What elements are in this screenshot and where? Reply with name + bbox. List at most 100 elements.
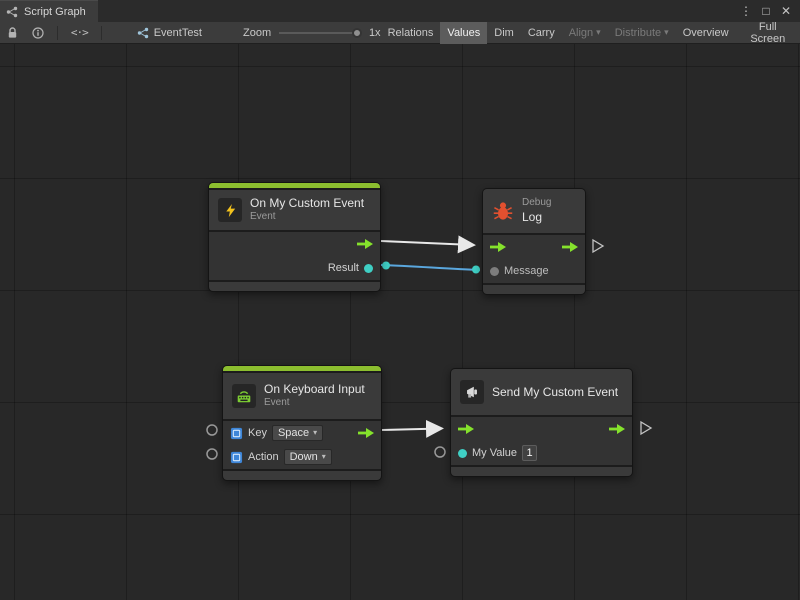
wire-endpoint-dot: [382, 262, 390, 270]
zoom-slider-handle[interactable]: [352, 28, 362, 38]
inspect-button[interactable]: <·>: [64, 22, 95, 44]
send-continuation-port[interactable]: [641, 422, 651, 434]
control-input-port[interactable]: [490, 242, 506, 252]
result-output-port[interactable]: [364, 264, 373, 273]
caret-down-icon: ▾: [664, 28, 669, 37]
graph-canvas[interactable]: On My Custom Event Event Result: [0, 44, 800, 600]
node-subtitle: Event: [250, 211, 364, 224]
control-output-port[interactable]: [562, 242, 578, 252]
node-header[interactable]: Send My Custom Event: [451, 369, 632, 415]
node-body: Result: [209, 232, 380, 280]
action-icon: [230, 451, 243, 464]
my-value-input[interactable]: [522, 445, 537, 461]
node-surtitle: Debug: [522, 197, 551, 210]
lock-icon: [7, 27, 18, 39]
send-event-icon: [460, 380, 484, 404]
my-value-label: My Value: [472, 447, 517, 459]
key-value: Space: [278, 427, 309, 439]
node-footer: [483, 285, 585, 294]
toolbar-divider: [101, 26, 102, 40]
action-label: Action: [248, 451, 279, 463]
wire-endpoint-dot: [472, 266, 480, 274]
value-wire-result-to-message[interactable]: [381, 265, 480, 270]
action-dropdown[interactable]: Down ▾: [284, 449, 332, 465]
graph-icon: [137, 27, 149, 39]
info-icon: [32, 27, 44, 39]
wires-layer: [0, 44, 800, 600]
my-value-port[interactable]: [458, 449, 467, 458]
overview-button[interactable]: Overview: [676, 22, 736, 44]
event-accent-bar: [223, 366, 381, 371]
result-label: Result: [328, 262, 359, 274]
keycode-icon: [230, 427, 243, 440]
control-output-port[interactable]: [357, 239, 373, 249]
message-input-port[interactable]: [490, 267, 499, 276]
node-on-my-custom-event[interactable]: On My Custom Event Event Result: [208, 182, 381, 292]
node-header[interactable]: On Keyboard Input Event: [223, 373, 381, 419]
control-output-port[interactable]: [358, 428, 374, 438]
node-body: My Value: [451, 417, 632, 465]
port-row: Message: [483, 259, 585, 283]
bug-icon: [492, 200, 514, 222]
node-header[interactable]: On My Custom Event Event: [209, 190, 380, 230]
zoom-value: 1x: [369, 27, 381, 39]
my-value-input-port[interactable]: [435, 447, 445, 457]
node-subtitle: Event: [264, 397, 365, 410]
message-label: Message: [504, 265, 549, 277]
node-title: Log: [522, 210, 551, 225]
graph-name: EventTest: [154, 27, 202, 39]
event-accent-bar: [209, 183, 380, 188]
node-debug-log[interactable]: Debug Log Message: [482, 188, 586, 295]
caret-down-icon: ▾: [313, 429, 317, 437]
window-close-button[interactable]: ✕: [778, 4, 794, 18]
relations-button[interactable]: Relations: [381, 22, 441, 44]
titlebar: Script Graph ⋮ □ ✕: [0, 0, 800, 22]
control-input-port[interactable]: [458, 424, 474, 434]
toolbar: <·> EventTest Zoom 1x Relations Values D…: [0, 22, 800, 44]
node-title: Send My Custom Event: [492, 385, 618, 400]
node-footer: [451, 467, 632, 476]
control-wire-event-to-log[interactable]: [381, 241, 473, 245]
control-wire-keyboard-to-send[interactable]: [382, 429, 441, 431]
zoom-slider[interactable]: [279, 32, 359, 34]
node-title: On My Custom Event: [250, 196, 364, 211]
port-row: Key Space ▾: [223, 421, 381, 445]
lightning-icon: [218, 198, 242, 222]
node-on-keyboard-input[interactable]: On Keyboard Input Event Key Space ▾: [222, 365, 382, 481]
node-footer: [209, 282, 380, 291]
window-menu-button[interactable]: ⋮: [738, 4, 754, 18]
script-graph-window: Script Graph ⋮ □ ✕ <·>: [0, 0, 800, 600]
node-header[interactable]: Debug Log: [483, 189, 585, 233]
keyboard-icon: [232, 384, 256, 408]
dim-button[interactable]: Dim: [487, 22, 521, 44]
fullscreen-button[interactable]: Full Screen: [736, 22, 800, 44]
info-button[interactable]: [25, 22, 51, 44]
caret-down-icon: ▾: [596, 28, 601, 37]
zoom-label: Zoom: [243, 27, 271, 39]
node-send-my-custom-event[interactable]: Send My Custom Event My Value: [450, 368, 633, 477]
node-footer: [223, 471, 381, 480]
port-row: [451, 417, 632, 441]
toolbar-divider: [57, 26, 58, 40]
align-label: Align: [569, 27, 593, 39]
action-input-port[interactable]: [207, 449, 217, 459]
control-output-port[interactable]: [609, 424, 625, 434]
tab-script-graph[interactable]: Script Graph: [0, 0, 98, 22]
port-row: [209, 232, 380, 256]
caret-down-icon: ▾: [322, 453, 326, 461]
port-row: Action Down ▾: [223, 445, 381, 469]
window-maximize-button[interactable]: □: [758, 4, 774, 18]
values-button[interactable]: Values: [440, 22, 487, 44]
log-continuation-port[interactable]: [593, 240, 603, 252]
action-value: Down: [290, 451, 318, 463]
port-row: Result: [209, 256, 380, 280]
key-input-port[interactable]: [207, 425, 217, 435]
distribute-button[interactable]: Distribute ▾: [608, 22, 676, 44]
lock-button[interactable]: [0, 22, 25, 44]
window-controls: ⋮ □ ✕: [738, 0, 800, 22]
port-row: [483, 235, 585, 259]
graph-selector[interactable]: EventTest: [130, 22, 209, 44]
align-button[interactable]: Align ▾: [562, 22, 608, 44]
carry-button[interactable]: Carry: [521, 22, 562, 44]
key-dropdown[interactable]: Space ▾: [272, 425, 323, 441]
